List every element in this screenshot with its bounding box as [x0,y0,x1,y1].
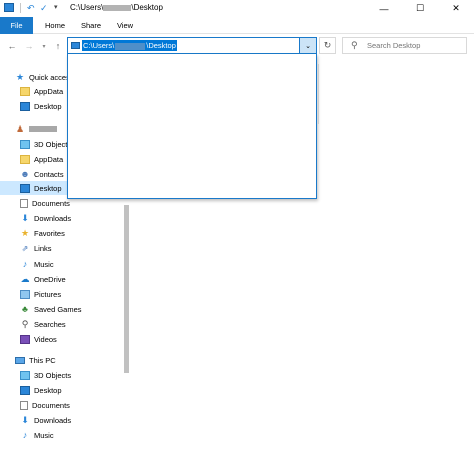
music-icon: ♪ [22,429,28,440]
window-icon [4,3,14,12]
title-bar: ↶ ✓ ▾ C:\Users\ \Desktop — ☐ ✕ [0,0,474,17]
contacts-icon: ☻ [20,168,30,179]
nav-item-pc-documents[interactable]: Documents [0,398,122,412]
folder-icon [20,154,30,164]
nav-item-pc-3d-objects[interactable]: 3D Objects [0,368,122,382]
minimize-button[interactable]: — [366,0,402,17]
desktop-icon [71,42,80,49]
videos-icon [20,334,30,344]
nav-item-onedrive[interactable]: ☁ OneDrive [0,272,122,286]
column-separator [318,64,319,124]
nav-label: Searches [34,319,66,329]
user-icon: ♟ [15,123,25,134]
downloads-icon: ⬇ [21,414,29,425]
nav-item-pc-desktop[interactable]: Desktop [0,383,122,397]
undo-icon[interactable]: ↶ [27,3,35,13]
desktop-icon [20,183,30,193]
nav-item-this-pc[interactable]: This PC [0,353,122,367]
search-box[interactable]: ⚲ [342,37,467,54]
nav-label: This PC [29,355,56,365]
address-path[interactable]: C:\Users\ \Desktop [82,40,177,51]
music-icon: ♪ [22,258,28,269]
address-bar[interactable]: C:\Users\ \Desktop ⌄ [67,37,317,54]
quick-access-toolbar-dropdown-icon[interactable]: ▾ [54,3,58,13]
desktop-icon [20,385,30,395]
refresh-icon[interactable]: ↻ [319,37,336,54]
nav-label: Favorites [34,228,65,238]
nav-item-music[interactable]: ♪ Music [0,257,122,271]
title-separator [20,3,21,13]
redacted-username [115,42,146,50]
redacted-username [29,126,57,132]
address-dropdown-list[interactable] [67,54,317,199]
onedrive-icon: ☁ [20,273,30,284]
nav-label: Downloads [34,213,72,223]
redo-icon[interactable]: ✓ [40,3,48,13]
searches-icon: ⚲ [21,318,29,329]
up-arrow-icon[interactable]: ↑ [51,39,65,53]
window-title: C:\Users\ \Desktop [70,3,163,12]
nav-label: Desktop [34,385,62,395]
3d-objects-icon [20,139,30,149]
recent-locations-chevron-icon[interactable]: ▾ [37,39,51,53]
address-dropdown-chevron-icon[interactable]: ⌄ [299,38,316,53]
nav-item-pc-music[interactable]: ♪ Music [0,428,122,442]
nav-label: Music [34,259,54,269]
nav-item-downloads[interactable]: ⬇ Downloads [0,211,122,225]
nav-label: 3D Objects [34,139,72,149]
documents-icon [20,198,28,208]
tab-home[interactable]: Home [38,17,72,34]
3d-objects-icon [20,370,30,380]
nav-scrollbar-thumb[interactable] [124,205,129,373]
this-pc-icon [15,356,25,364]
back-arrow-icon[interactable]: ← [5,39,19,53]
nav-label: Desktop [34,101,62,111]
nav-label: Downloads [34,415,72,425]
close-button[interactable]: ✕ [438,0,474,17]
nav-label: Pictures [34,289,62,299]
pictures-icon [20,289,30,299]
nav-item-pictures[interactable]: Pictures [0,287,122,301]
nav-label: Videos [34,334,57,344]
nav-label: Saved Games [34,304,82,314]
search-icon: ⚲ [351,40,358,50]
tab-view[interactable]: View [110,17,140,34]
nav-item-videos[interactable]: Videos [0,332,122,346]
saved-games-icon: ♣ [22,303,28,314]
nav-item-searches[interactable]: ⚲ Searches [0,317,122,331]
nav-label: Music [34,430,54,440]
nav-label: Documents [32,198,70,208]
redacted-username [103,4,132,11]
nav-label: OneDrive [34,274,66,284]
forward-arrow-icon[interactable]: → [22,39,36,53]
maximize-button[interactable]: ☐ [402,0,438,17]
nav-item-saved-games[interactable]: ♣ Saved Games [0,302,122,316]
tab-share[interactable]: Share [75,17,107,34]
downloads-icon: ⬇ [21,212,29,223]
nav-label: Documents [32,400,70,410]
folder-icon [20,86,30,96]
nav-item-links[interactable]: ⇗ Links [0,241,122,255]
ribbon-tabs: File Home Share View [0,17,474,34]
nav-item-favorites[interactable]: ★ Favorites [0,226,122,240]
nav-label: AppData [34,154,64,164]
star-icon: ★ [15,71,25,82]
documents-icon [20,400,28,410]
nav-label: 3D Objects [34,370,72,380]
links-icon: ⇗ [21,243,29,253]
favorites-icon: ★ [20,227,30,238]
desktop-icon [20,101,30,111]
nav-label: Links [34,243,52,253]
search-input[interactable] [367,38,463,53]
nav-item-pc-downloads[interactable]: ⬇ Downloads [0,413,122,427]
nav-label: Desktop [34,183,62,193]
tab-file[interactable]: File [0,17,33,34]
nav-label: Contacts [34,169,64,179]
nav-label: AppData [34,86,64,96]
